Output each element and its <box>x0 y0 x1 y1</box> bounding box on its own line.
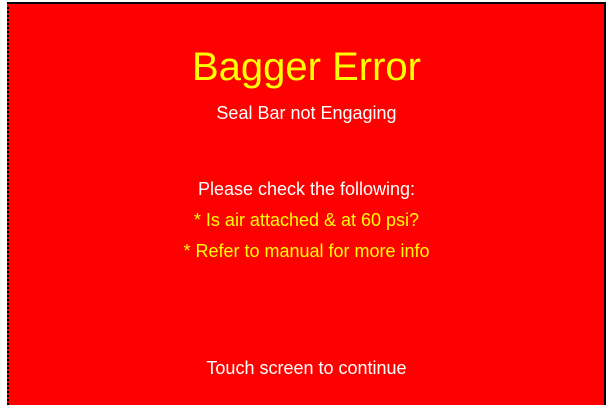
check-heading: Please check the following: <box>197 179 416 199</box>
error-subtitle: Seal Bar not Engaging <box>216 103 397 123</box>
error-screen[interactable]: Bagger Error Seal Bar not Engaging Pleas… <box>7 2 606 405</box>
continue-prompt[interactable]: Touch screen to continue <box>9 357 604 379</box>
check-item-air-pressure: * Is air attached & at 60 psi? <box>193 210 420 230</box>
check-item-refer-manual: * Refer to manual for more info <box>183 241 430 261</box>
error-title: Bagger Error <box>192 45 421 89</box>
